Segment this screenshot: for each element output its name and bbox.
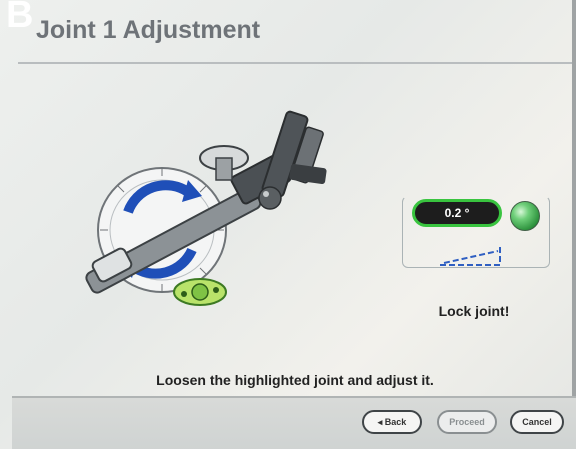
lock-joint-message: Lock joint! xyxy=(438,303,510,319)
joint-adjustment-screen: B Joint 1 Adjustment 0.2 ° Lock joint! L… xyxy=(0,0,576,449)
level-indicator-icon xyxy=(440,247,502,266)
cancel-button[interactable]: Cancel xyxy=(510,410,564,434)
page-title: Joint 1 Adjustment xyxy=(36,16,261,44)
angle-readout: 0.2 ° xyxy=(412,199,502,227)
back-button[interactable]: ◂ Back xyxy=(362,410,422,434)
title-divider xyxy=(18,62,574,64)
screen-edge xyxy=(572,0,576,449)
corner-label: B xyxy=(6,0,33,36)
joint-adjustment-illustration-icon xyxy=(85,110,327,306)
status-led-icon xyxy=(510,201,540,231)
proceed-button[interactable]: Proceed xyxy=(437,410,497,434)
instruction-text: Loosen the highlighted joint and adjust … xyxy=(156,372,434,388)
